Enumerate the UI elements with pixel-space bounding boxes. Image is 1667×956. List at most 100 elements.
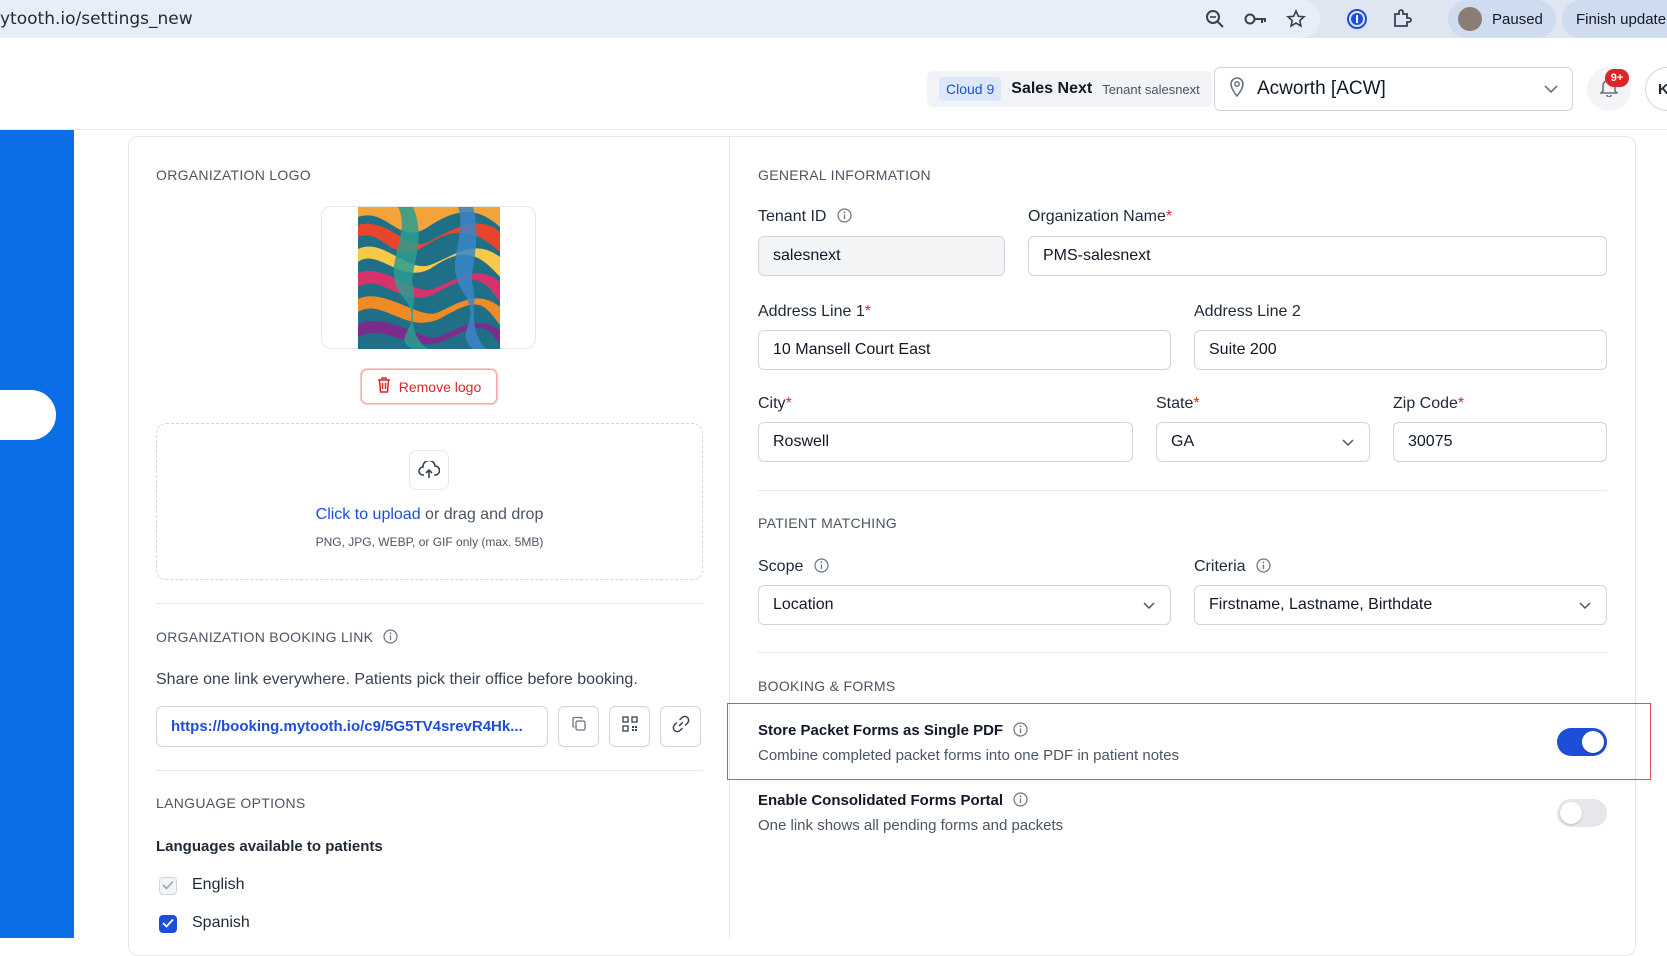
check-icon xyxy=(162,915,174,933)
password-key-icon[interactable] xyxy=(1244,7,1268,31)
location-value: Acworth [ACW] xyxy=(1257,78,1386,99)
portal-title: Enable Consolidated Forms Portal xyxy=(758,792,1028,811)
patient-matching-title: PATIENT MATCHING xyxy=(758,515,898,531)
copy-icon xyxy=(571,716,587,737)
address1-label-text: Address Line 1 xyxy=(758,303,865,320)
tenant-name: Sales Next xyxy=(1011,80,1093,97)
tenant-id-label-text: Tenant ID xyxy=(758,208,827,225)
address1-label: Address Line 1* xyxy=(758,303,871,321)
info-icon[interactable] xyxy=(837,208,852,228)
language-options-title: LANGUAGE OPTIONS xyxy=(156,795,306,811)
language-spanish-label: Spanish xyxy=(192,914,250,931)
booking-link-title: ORGANIZATION BOOKING LINK xyxy=(156,629,399,647)
zoom-icon[interactable] xyxy=(1203,7,1227,31)
booking-link-field[interactable]: https://booking.mytooth.io/c9/5G5TV4srev… xyxy=(156,706,548,747)
tenant-id-label: Tenant ID xyxy=(758,208,852,228)
state-label: State* xyxy=(1156,395,1200,413)
notification-badge: 9+ xyxy=(1605,69,1629,87)
scope-select[interactable]: Location xyxy=(758,585,1171,625)
scope-label-text: Scope xyxy=(758,558,804,575)
criteria-select[interactable]: Firstname, Lastname, Birthdate xyxy=(1194,585,1607,625)
finish-update-label: Finish update xyxy=(1576,10,1667,28)
city-label-text: City xyxy=(758,395,786,412)
portal-title-text: Enable Consolidated Forms Portal xyxy=(758,792,1004,809)
portal-description: One link shows all pending forms and pac… xyxy=(758,817,1064,834)
address2-field[interactable]: Suite 200 xyxy=(1194,330,1607,370)
booking-link-description: Share one link everywhere. Patients pick… xyxy=(156,671,638,688)
portal-toggle[interactable] xyxy=(1557,799,1607,827)
org-name-label: Organization Name* xyxy=(1028,208,1172,226)
address1-field[interactable]: 10 Mansell Court East xyxy=(758,330,1171,370)
required-mark: * xyxy=(1193,395,1200,412)
divider xyxy=(758,490,1607,491)
divider xyxy=(156,770,703,771)
info-icon[interactable] xyxy=(1013,792,1028,811)
upload-instructions: Click to upload or drag and drop xyxy=(156,506,703,524)
zip-field[interactable]: 30075 xyxy=(1393,422,1607,462)
store-pdf-toggle[interactable] xyxy=(1557,728,1607,756)
required-mark: * xyxy=(785,395,792,412)
remove-logo-button[interactable]: Remove logo xyxy=(361,369,497,404)
info-icon[interactable] xyxy=(1013,722,1028,741)
click-to-upload-link[interactable]: Click to upload xyxy=(316,506,421,523)
required-mark: * xyxy=(864,303,871,320)
extensions-icon[interactable] xyxy=(1390,7,1414,31)
criteria-value: Firstname, Lastname, Birthdate xyxy=(1209,596,1433,613)
address2-label: Address Line 2 xyxy=(1194,303,1301,320)
column-divider xyxy=(729,136,730,938)
state-select[interactable]: GA xyxy=(1156,422,1370,462)
store-pdf-title-text: Store Packet Forms as Single PDF xyxy=(758,722,1004,739)
finish-update-button[interactable]: Finish update xyxy=(1562,0,1667,38)
info-icon[interactable] xyxy=(814,558,829,578)
password-manager-icon[interactable] xyxy=(1345,7,1369,31)
chevron-down-icon xyxy=(1578,598,1592,617)
criteria-label-text: Criteria xyxy=(1194,558,1246,575)
bookmark-star-icon[interactable] xyxy=(1284,7,1308,31)
location-select[interactable]: Acworth [ACW] xyxy=(1214,67,1573,111)
zip-label: Zip Code* xyxy=(1393,395,1464,413)
tenant-id-field: salesnext xyxy=(758,236,1005,276)
chevron-down-icon xyxy=(1544,80,1558,98)
info-icon[interactable] xyxy=(383,629,399,647)
tenant-chip: Cloud 9 Sales Next Tenant salesnext xyxy=(927,71,1212,107)
link-icon xyxy=(672,715,690,738)
qr-code-button[interactable] xyxy=(609,706,650,747)
org-name-label-text: Organization Name xyxy=(1028,208,1166,225)
highlight-box xyxy=(727,703,1651,780)
divider xyxy=(758,652,1607,653)
sidebar xyxy=(0,130,74,938)
open-link-button[interactable] xyxy=(660,706,701,747)
spanish-checkbox[interactable] xyxy=(159,915,177,933)
profile-status: Paused xyxy=(1492,10,1543,28)
address-bar[interactable]: ytooth.io/settings_new xyxy=(0,0,1320,38)
url-text[interactable]: ytooth.io/settings_new xyxy=(0,9,193,29)
qr-code-icon xyxy=(621,716,638,737)
state-label-text: State xyxy=(1156,395,1194,412)
browser-toolbar: ytooth.io/settings_new Paused Finish upd… xyxy=(0,0,1667,38)
chevron-down-icon xyxy=(1142,598,1156,617)
divider xyxy=(156,603,703,604)
city-field[interactable]: Roswell xyxy=(758,422,1133,462)
copy-link-button[interactable] xyxy=(558,706,599,747)
trash-icon xyxy=(377,377,391,396)
store-pdf-title: Store Packet Forms as Single PDF xyxy=(758,722,1028,741)
booking-forms-title: BOOKING & FORMS xyxy=(758,678,896,694)
profile-avatar xyxy=(1458,7,1482,31)
org-name-field[interactable]: PMS-salesnext xyxy=(1028,236,1607,276)
remove-logo-label: Remove logo xyxy=(398,378,482,395)
store-pdf-description: Combine completed packet forms into one … xyxy=(758,747,1180,764)
drag-drop-text: or drag and drop xyxy=(420,506,544,523)
sidebar-active-item[interactable] xyxy=(0,390,56,440)
upload-hint: PNG, JPG, WEBP, or GIF only (max. 5MB) xyxy=(315,535,544,549)
logo-dropzone[interactable] xyxy=(156,423,703,580)
general-info-title: GENERAL INFORMATION xyxy=(758,167,931,183)
scope-label: Scope xyxy=(758,558,829,578)
check-icon xyxy=(162,877,174,895)
toggle-knob xyxy=(1582,731,1604,753)
scope-value: Location xyxy=(773,596,834,613)
zip-label-text: Zip Code xyxy=(1393,395,1458,412)
upload-cloud-icon xyxy=(409,450,449,490)
info-icon[interactable] xyxy=(1256,558,1271,578)
chevron-down-icon xyxy=(1341,435,1355,454)
profile-chip[interactable]: Paused xyxy=(1448,0,1556,38)
